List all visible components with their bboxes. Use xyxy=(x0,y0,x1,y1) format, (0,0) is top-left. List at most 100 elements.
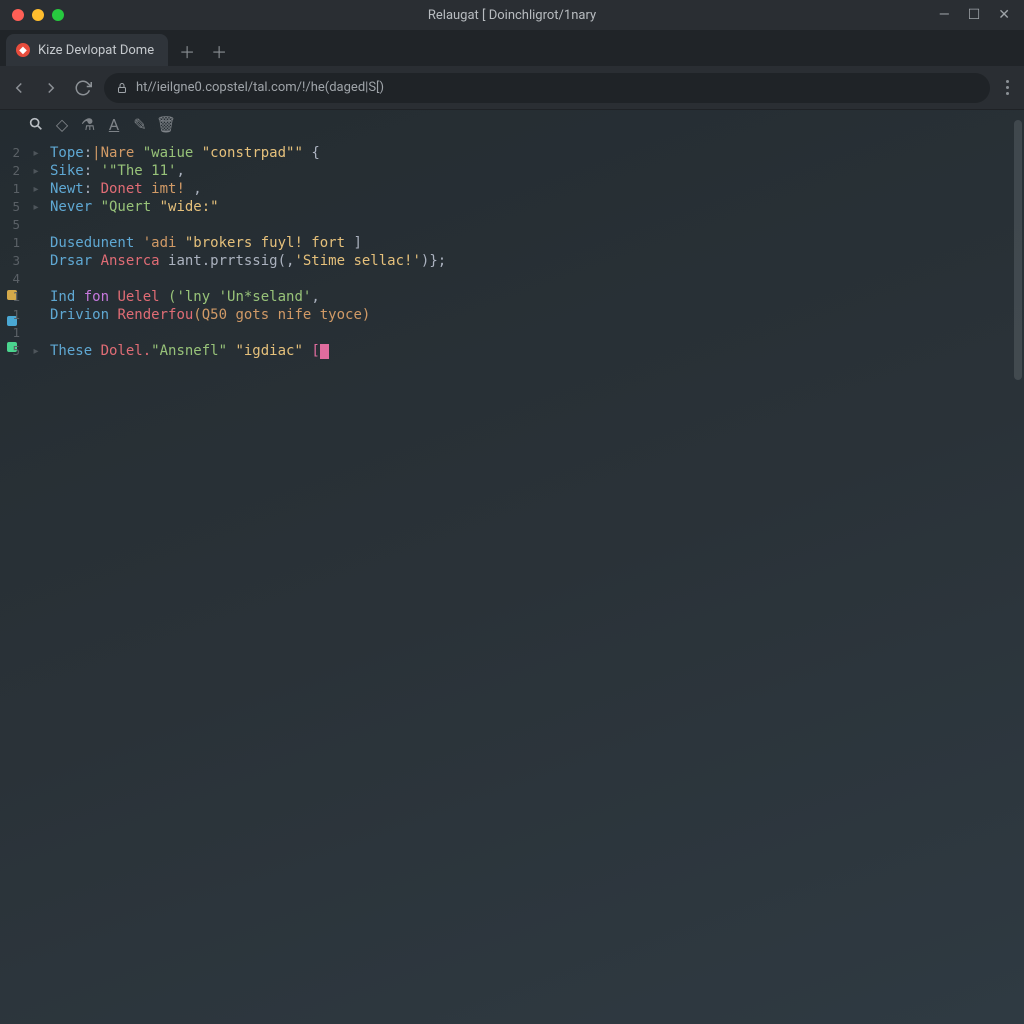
fold-chevron-icon[interactable] xyxy=(26,270,46,288)
code-token: : xyxy=(84,163,101,179)
fold-chevron-icon[interactable] xyxy=(26,234,46,252)
code-token: fon xyxy=(84,289,118,305)
fold-chevron-icon[interactable] xyxy=(26,324,46,342)
navigation-bar: ht//ieilgne0.copstel/tal.com/!/he(daged|… xyxy=(0,66,1024,110)
cube-icon[interactable]: ◇ xyxy=(54,116,70,132)
code-line[interactable]: Tope:|Nare "waiue "constrpad"" { xyxy=(50,144,1024,162)
code-line[interactable]: Sike: '"The 11', xyxy=(50,162,1024,180)
code-line[interactable] xyxy=(50,324,1024,342)
code-line[interactable]: Drsar Anserca iant.prrtssig(,'Stime sell… xyxy=(50,252,1024,270)
vertical-scrollbar[interactable] xyxy=(1014,120,1022,380)
code-line[interactable] xyxy=(50,270,1024,288)
code-token: Ind xyxy=(50,289,84,305)
code-editor[interactable]: Tope:|Nare "waiue "constrpad"" {Sike: '"… xyxy=(46,110,1024,1024)
code-token: : xyxy=(84,145,92,161)
fold-gutter: ▸▸▸▸▸ xyxy=(26,110,46,1024)
code-line[interactable]: Ind fon Uelel ('lny 'Un*seland', xyxy=(50,288,1024,306)
close-window-button[interactable] xyxy=(12,9,24,21)
editor-wrap: ◇ ⚗ A ✎ 🗑 221551341115 ▸▸▸▸▸ Tope:|Nare … xyxy=(0,110,1024,1024)
traffic-lights xyxy=(0,9,64,21)
code-line[interactable]: Dusedunent 'adi "brokers fuyl! fort ] xyxy=(50,234,1024,252)
code-token: Never xyxy=(50,199,101,215)
fold-chevron-icon[interactable] xyxy=(26,252,46,270)
warning-icon[interactable]: A xyxy=(106,116,122,132)
code-token: Uelel xyxy=(117,289,168,305)
line-number: 5 xyxy=(0,216,26,234)
code-token: 'adi xyxy=(143,235,185,251)
editor-content-area: ◇ ⚗ A ✎ 🗑 221551341115 ▸▸▸▸▸ Tope:|Nare … xyxy=(0,110,1024,1024)
fold-chevron-icon[interactable] xyxy=(26,360,46,378)
new-tab-button[interactable]: ＋ xyxy=(174,38,200,64)
code-line[interactable]: Never "Quert "wide:" xyxy=(50,198,1024,216)
code-token: [ xyxy=(311,343,319,359)
address-bar[interactable]: ht//ieilgne0.copstel/tal.com/!/he(daged|… xyxy=(104,73,990,103)
code-token: Tope xyxy=(50,145,84,161)
line-number: 1 xyxy=(0,234,26,252)
fold-chevron-icon[interactable]: ▸ xyxy=(26,342,46,360)
maximize-icon[interactable]: ☐ xyxy=(968,7,981,23)
code-token: : xyxy=(84,181,101,197)
code-token: "waiue xyxy=(143,145,202,161)
reload-button[interactable] xyxy=(72,77,94,99)
url-text: ht//ieilgne0.copstel/tal.com/!/he(daged|… xyxy=(136,80,384,95)
code-token: Dusedunent xyxy=(50,235,143,251)
line-number: 1 xyxy=(0,288,26,306)
code-token: , xyxy=(311,289,319,305)
line-number-gutter: 221551341115 xyxy=(0,110,26,1024)
titlebar: Relaugat [ Doinchligrot/1nary ― ☐ ✕ xyxy=(0,0,1024,30)
code-token: Dolel. xyxy=(101,343,152,359)
code-token: { xyxy=(303,145,320,161)
code-token: "igdiac" xyxy=(235,343,311,359)
flask-icon[interactable]: ⚗ xyxy=(80,116,96,132)
minimize-icon[interactable]: ― xyxy=(939,7,950,23)
code-token: Drivion xyxy=(50,307,117,323)
minimize-window-button[interactable] xyxy=(32,9,44,21)
code-token: )}; xyxy=(421,253,446,269)
fold-chevron-icon[interactable]: ▸ xyxy=(26,144,46,162)
code-token: imt! xyxy=(151,181,185,197)
back-button[interactable] xyxy=(8,77,30,99)
line-number: 1 xyxy=(0,324,26,342)
code-token: "constrpad"" xyxy=(202,145,303,161)
browser-tab-active[interactable]: ◆ Kize Devlopat Dome xyxy=(6,34,168,66)
code-token: "wide:" xyxy=(160,199,219,215)
close-icon[interactable]: ✕ xyxy=(998,7,1010,23)
edit-icon[interactable]: ✎ xyxy=(132,116,148,132)
code-token: These xyxy=(50,343,101,359)
fold-chevron-icon[interactable]: ▸ xyxy=(26,162,46,180)
text-cursor xyxy=(320,344,329,359)
fold-chevron-icon[interactable] xyxy=(26,216,46,234)
fold-chevron-icon[interactable]: ▸ xyxy=(26,180,46,198)
code-token: Drsar xyxy=(50,253,101,269)
code-token: Renderfou xyxy=(117,307,193,323)
fold-chevron-icon[interactable] xyxy=(26,288,46,306)
fold-chevron-icon[interactable]: ▸ xyxy=(26,198,46,216)
new-tab-button-2[interactable]: ＋ xyxy=(206,38,232,64)
code-token: , xyxy=(185,181,202,197)
maximize-window-button[interactable] xyxy=(52,9,64,21)
code-line[interactable]: Drivion Renderfou(Q50 gots nife tyoce) xyxy=(50,306,1024,324)
fold-chevron-icon[interactable] xyxy=(26,306,46,324)
trash-icon[interactable]: 🗑 xyxy=(158,116,174,132)
code-line[interactable]: These Dolel."Ansnefl" "igdiac" [ xyxy=(50,342,1024,360)
code-token: "Quert xyxy=(101,199,160,215)
line-number: 5 xyxy=(0,342,26,360)
tab-label: Kize Devlopat Dome xyxy=(38,43,154,58)
window-title: Relaugat [ Doinchligrot/1nary xyxy=(428,8,596,23)
window-controls-right: ― ☐ ✕ xyxy=(939,7,1024,23)
search-icon[interactable] xyxy=(28,116,44,132)
line-number: 5 xyxy=(0,198,26,216)
code-token: "brokers fuyl! fort xyxy=(185,235,354,251)
code-token: Newt xyxy=(50,181,84,197)
line-number: 2 xyxy=(0,144,26,162)
code-token: |Nare xyxy=(92,145,143,161)
code-token: (Q50 gots nife tyoce) xyxy=(193,307,370,323)
kebab-menu-button[interactable] xyxy=(1006,80,1010,95)
code-line[interactable]: Newt: Donet imt! , xyxy=(50,180,1024,198)
code-token: '"The 11' xyxy=(101,163,177,179)
code-token: ] xyxy=(353,235,361,251)
code-line[interactable] xyxy=(50,216,1024,234)
forward-button[interactable] xyxy=(40,77,62,99)
tab-favicon-icon: ◆ xyxy=(16,43,30,57)
app-window: Relaugat [ Doinchligrot/1nary ― ☐ ✕ ◆ Ki… xyxy=(0,0,1024,1024)
